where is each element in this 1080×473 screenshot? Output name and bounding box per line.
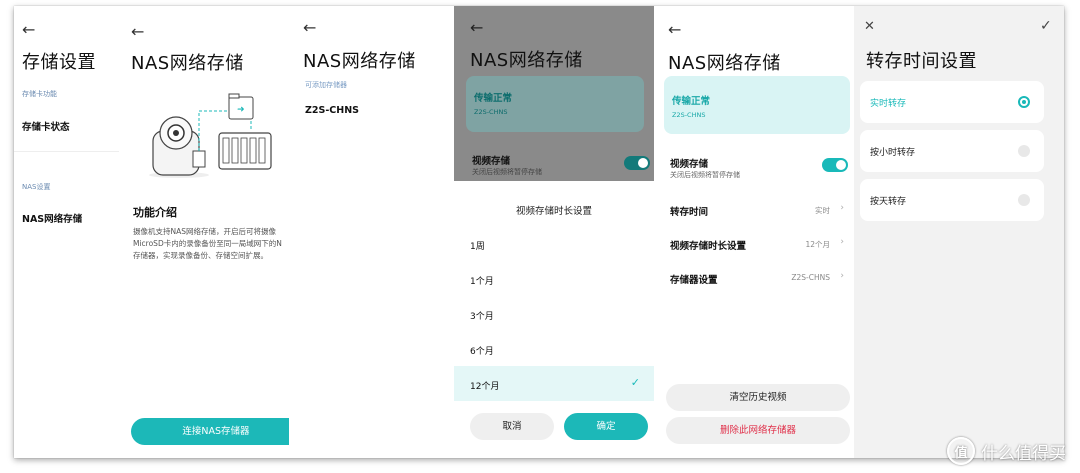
- option-label: 实时转存: [870, 99, 907, 109]
- arrow-left-icon[interactable]: ←: [22, 22, 35, 38]
- page-title: NAS网络存储: [131, 53, 244, 74]
- divider: [14, 151, 119, 152]
- panel-transfer-time: ✕ ✓ 转存时间设置 实时转存 按小时转存 按天转存: [854, 6, 1064, 458]
- screenshot-collage: ← 存储设置 存储卡功能 存储卡状态 NAS设置 NAS网络存储 ← NAS网络…: [14, 6, 1064, 458]
- option-row-selected[interactable]: 12个月 ✓: [454, 366, 654, 401]
- row-value: Z2S-CHNS: [791, 273, 830, 282]
- check-icon[interactable]: ✓: [1040, 18, 1052, 34]
- video-storage-toggle[interactable]: [624, 156, 650, 170]
- device-name: Z2S-CHNS: [474, 108, 508, 116]
- radio-selected[interactable]: [1018, 96, 1030, 108]
- page-title: 转存时间设置: [866, 51, 977, 72]
- option-row-hourly[interactable]: 按小时转存: [860, 130, 1044, 172]
- watermark-logo: 值: [947, 437, 975, 465]
- radio[interactable]: [1018, 145, 1030, 157]
- close-icon[interactable]: ✕: [864, 19, 875, 34]
- device-name: Z2S-CHNS: [672, 111, 706, 119]
- row-value: 实时: [815, 206, 830, 215]
- video-storage-desc: 关闭后视频将暂停存储: [472, 168, 542, 176]
- settings-row[interactable]: 转存时间 实时 ›: [654, 192, 854, 226]
- video-storage-desc: 关闭后视频将暂停存储: [670, 171, 740, 179]
- section-caption: 存储卡功能: [22, 90, 57, 98]
- video-storage-label: 视频存储: [670, 159, 709, 170]
- connect-nas-button[interactable]: 连接NAS存储器: [131, 418, 289, 445]
- settings-row[interactable]: 视频存储时长设置 12个月 ›: [654, 226, 854, 260]
- option-label: 1周: [470, 242, 485, 252]
- sheet-title: 视频存储时长设置: [515, 206, 592, 217]
- check-icon: ✓: [630, 376, 640, 389]
- option-label: 1个月: [470, 277, 494, 287]
- option-row[interactable]: 6个月: [454, 331, 654, 366]
- option-label: 3个月: [470, 312, 494, 322]
- page-title: NAS网络存储: [470, 50, 583, 71]
- option-row-daily[interactable]: 按天转存: [860, 179, 1044, 221]
- page-title: NAS网络存储: [303, 51, 416, 72]
- delete-nas-button[interactable]: 删除此网络存储器: [666, 417, 850, 444]
- option-row[interactable]: 1个月: [454, 261, 654, 296]
- panel-storage-duration-sheet: ← NAS网络存储 传输正常 Z2S-CHNS 视频存储 关闭后视频将暂停存储 …: [454, 6, 654, 458]
- settings-row[interactable]: 存储器设置 Z2S-CHNS ›: [654, 260, 854, 294]
- status-card: [466, 76, 644, 132]
- arrow-left-icon[interactable]: ←: [303, 20, 316, 36]
- arrow-left-icon[interactable]: ←: [131, 24, 144, 40]
- watermark-text: 什么值得买: [981, 443, 1066, 464]
- radio[interactable]: [1018, 194, 1030, 206]
- option-list: 1周 1个月 3个月 6个月 12个月 ✓: [454, 226, 654, 401]
- page-title: NAS网络存储: [668, 53, 781, 74]
- row-label: 转存时间: [670, 207, 709, 218]
- stage: ← 存储设置 存储卡功能 存储卡状态 NAS设置 NAS网络存储 ← NAS网络…: [0, 0, 1080, 473]
- chevron-right-icon: ›: [840, 237, 844, 247]
- option-row[interactable]: 1周: [454, 226, 654, 261]
- row-label: 视频存储时长设置: [670, 241, 747, 252]
- cancel-button[interactable]: 取消: [470, 413, 554, 440]
- option-label: 按天转存: [870, 197, 907, 207]
- watermark: 值 什么值得买: [947, 437, 1066, 465]
- option-label: 按小时转存: [870, 148, 916, 158]
- intro-title: 功能介绍: [133, 206, 177, 219]
- page-title: 存储设置: [22, 52, 96, 73]
- nas-device-item[interactable]: Z2S-CHNS: [305, 105, 359, 116]
- status-text: 传输正常: [672, 96, 711, 107]
- panel-nas-intro: ← NAS网络存储 ➜ 功能介绍 摄像机支持NAS网络存储，开启后可将摄像 Mi…: [119, 6, 289, 458]
- video-storage-toggle[interactable]: [822, 158, 848, 172]
- confirm-button[interactable]: 确定: [564, 413, 648, 440]
- camera-nas-illustration: ➜: [149, 93, 272, 178]
- row-label: 存储器设置: [670, 275, 718, 286]
- status-text: 传输正常: [474, 93, 513, 104]
- svg-text:➜: ➜: [237, 105, 245, 115]
- panel-nas-settings: ← NAS网络存储 传输正常 Z2S-CHNS 视频存储 关闭后视频将暂停存储 …: [654, 6, 854, 458]
- intro-line: MicroSD卡内的录像备份至同一局域网下的N: [133, 239, 282, 248]
- chevron-right-icon: ›: [840, 271, 844, 281]
- option-row-realtime[interactable]: 实时转存: [860, 81, 1044, 123]
- section-caption: NAS设置: [22, 183, 51, 191]
- arrow-left-icon[interactable]: ←: [668, 22, 681, 38]
- nas-storage-item[interactable]: NAS网络存储: [22, 211, 82, 225]
- section-caption: 可添加存储器: [305, 81, 347, 89]
- clear-history-button[interactable]: 清空历史视频: [666, 384, 850, 411]
- option-label: 6个月: [470, 347, 494, 357]
- intro-line: 摄像机支持NAS网络存储，开启后可将摄像: [133, 227, 277, 236]
- row-value: 12个月: [805, 240, 830, 249]
- video-storage-label: 视频存储: [472, 156, 511, 167]
- intro-line: 存储器，实现录像备份、存储空间扩展。: [133, 251, 268, 260]
- chevron-right-icon: ›: [840, 203, 844, 213]
- panel-nas-device-list: ← NAS网络存储 可添加存储器 Z2S-CHNS: [289, 6, 454, 458]
- storage-card-status-item[interactable]: 存储卡状态: [22, 119, 70, 133]
- option-row[interactable]: 3个月: [454, 296, 654, 331]
- panel-storage-settings: ← 存储设置 存储卡功能 存储卡状态 NAS设置 NAS网络存储: [14, 6, 119, 458]
- arrow-left-icon[interactable]: ←: [470, 20, 483, 36]
- option-label: 12个月: [470, 382, 500, 392]
